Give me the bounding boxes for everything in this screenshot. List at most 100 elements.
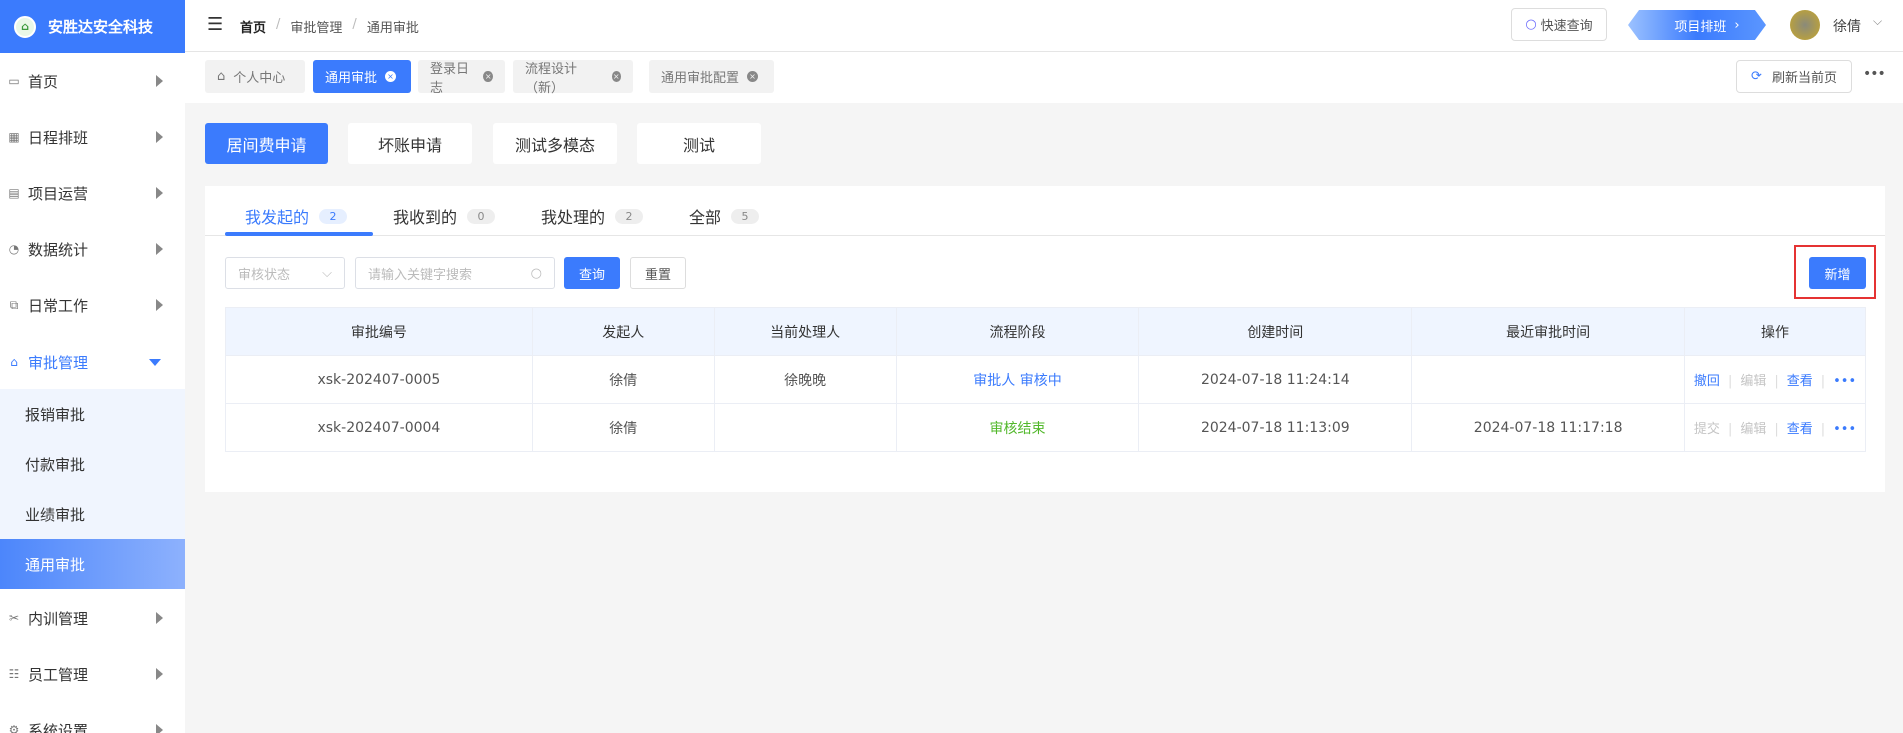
placeholder: 请输入关键字搜索 — [368, 267, 473, 283]
breadcrumb: 首页 / 审批管理 / 通用审批 — [240, 17, 419, 36]
search-icon: ○ — [530, 265, 542, 281]
chevron-right-icon — [156, 724, 163, 733]
tab-all[interactable]: 全部 5 — [689, 198, 760, 234]
close-icon[interactable]: × — [483, 71, 493, 82]
status-select[interactable]: 审核状态 ⌵ — [225, 257, 345, 289]
col-actions: 操作 — [1684, 307, 1866, 356]
label: 快速查询 — [1540, 19, 1593, 34]
tag-personal[interactable]: ⌂ 个人中心 — [205, 60, 305, 93]
view-link[interactable]: 查看 — [1787, 422, 1813, 437]
sidebar-item-daily[interactable]: ⧉ 日常工作 — [0, 280, 185, 330]
cell-actions: 提交 | 编辑 | 查看 | ••• — [1684, 403, 1866, 452]
type-button-bad-debt[interactable]: 坏账申请 — [348, 123, 472, 164]
view-link[interactable]: 查看 — [1787, 374, 1813, 389]
label: 日程排班 — [28, 128, 89, 147]
chevron-right-icon — [156, 668, 163, 680]
type-button-intermediary-fee[interactable]: 居间费申请 — [205, 123, 328, 164]
approval-card: 我发起的 2 我收到的 0 我处理的 2 全部 5 审核状态 ⌵ 请输入关键字搜索 ○ 查询… — [205, 186, 1885, 492]
close-icon[interactable]: × — [747, 71, 759, 82]
more-icon[interactable]: ••• — [1833, 422, 1856, 437]
chevron-right-icon — [156, 131, 163, 143]
refresh-button[interactable]: ⟳ 刷新当前页 — [1736, 60, 1852, 93]
add-button[interactable]: 新增 — [1809, 257, 1866, 289]
query-button[interactable]: 查询 — [564, 257, 620, 289]
col-last-approval: 最近审批时间 — [1411, 307, 1686, 356]
top-bar: ☰ 首页 / 审批管理 / 通用审批 ○ 快速查询 项目排班 › 徐倩 ⌵ — [185, 0, 1903, 52]
col-id: 审批编号 — [225, 307, 533, 356]
tab-initiated[interactable]: 我发起的 2 — [245, 198, 348, 234]
cell-handler — [713, 403, 897, 452]
search-input[interactable]: 请输入关键字搜索 ○ — [355, 257, 555, 289]
cell-id: xsk-202407-0005 — [225, 355, 533, 404]
tab-received[interactable]: 我收到的 0 — [393, 198, 496, 234]
reset-button[interactable]: 重置 — [630, 257, 686, 289]
withdraw-link[interactable]: 撤回 — [1694, 374, 1720, 389]
schedule-button[interactable]: 项目排班 › — [1628, 10, 1766, 40]
tag-process-design[interactable]: 流程设计（新） × — [513, 60, 633, 96]
home-icon: ⌂ — [217, 69, 226, 84]
close-icon[interactable]: × — [611, 71, 621, 82]
label: 系统设置 — [28, 721, 89, 733]
tag-approval-config[interactable]: 通用审批配置 × — [649, 60, 774, 93]
label: 审批管理 — [28, 353, 89, 372]
more-icon[interactable]: ••• — [1863, 66, 1886, 82]
sidebar-item-staff[interactable]: ☷ 员工管理 — [0, 649, 185, 699]
avatar[interactable] — [1790, 10, 1820, 40]
cell-initiator: 徐倩 — [531, 403, 715, 452]
chevron-right-icon — [156, 75, 163, 87]
chevron-right-icon — [156, 187, 163, 199]
search-icon: ○ — [1525, 17, 1537, 32]
edit-link: 编辑 — [1740, 374, 1767, 389]
label: 员工管理 — [28, 665, 89, 684]
breadcrumb-approval[interactable]: 审批管理 — [290, 17, 342, 36]
label: 我收到的 — [393, 208, 458, 227]
chevron-down-icon[interactable]: ⌵ — [1873, 14, 1882, 29]
cell-actions: 撤回 | 编辑 | 查看 | ••• — [1684, 355, 1866, 404]
sidebar-item-settings[interactable]: ⚙ 系统设置 — [0, 705, 185, 733]
tag-login-log[interactable]: 登录日志 × — [418, 60, 505, 96]
sidebar-item-home[interactable]: ▭ 首页 — [0, 56, 185, 106]
label: 全部 — [689, 208, 722, 227]
type-button-test[interactable]: 测试 — [637, 123, 761, 164]
user-name[interactable]: 徐倩 — [1833, 16, 1861, 36]
tag-bar: ⌂ 个人中心 通用审批 × 登录日志 × 流程设计（新） × 通用审批配置 × ⟳ 刷新当前… — [185, 52, 1903, 103]
more-icon[interactable]: ••• — [1833, 374, 1856, 389]
table-row: xsk-202407-0004 徐倩 审核结束 2024-07-18 11:13… — [225, 403, 1866, 452]
sidebar-sub-performance[interactable]: 业绩审批 — [0, 489, 185, 539]
cell-initiator: 徐倩 — [531, 355, 715, 404]
sidebar-item-project[interactable]: ▤ 项目运营 — [0, 168, 185, 218]
cell-created: 2024-07-18 11:24:14 — [1138, 355, 1413, 404]
label: 我处理的 — [541, 208, 606, 227]
col-initiator: 发起人 — [531, 307, 715, 356]
sidebar-sub-payment[interactable]: 付款审批 — [0, 439, 185, 489]
edit-link: 编辑 — [1740, 422, 1767, 437]
quick-search-button[interactable]: ○ 快速查询 — [1511, 8, 1607, 41]
monitor-icon: ▭ — [8, 74, 20, 88]
cell-last: 2024-07-18 11:17:18 — [1411, 403, 1686, 452]
refresh-icon: ⟳ — [1751, 69, 1762, 84]
label: 数据统计 — [28, 240, 89, 259]
label: 通用审批 — [325, 71, 378, 86]
chevron-down-icon: ⌵ — [322, 265, 332, 281]
table-row: xsk-202407-0005 徐倩 徐晚晚 审批人 审核中 2024-07-1… — [225, 355, 1866, 404]
close-icon[interactable]: × — [385, 71, 397, 82]
sidebar-item-training[interactable]: ✂ 内训管理 — [0, 593, 185, 643]
chevron-right-icon: › — [1734, 17, 1740, 33]
cell-stage: 审核结束 — [895, 403, 1140, 452]
count-badge: 2 — [615, 208, 644, 224]
sidebar-item-approval[interactable]: ⌂ 审批管理 — [0, 337, 185, 387]
sidebar: ⌂ 安胜达安全科技 ▭ 首页 ▦ 日程排班 ▤ 项目运营 ◔ 数据统计 ⧉ 日常工作 ⌂ 审批… — [0, 0, 185, 733]
logo-icon: ⌂ — [14, 15, 36, 38]
sidebar-item-stats[interactable]: ◔ 数据统计 — [0, 224, 185, 274]
tag-general-approval[interactable]: 通用审批 × — [313, 60, 411, 93]
breadcrumb-home[interactable]: 首页 — [240, 17, 266, 36]
col-stage: 流程阶段 — [895, 307, 1140, 356]
tab-processed[interactable]: 我处理的 2 — [541, 198, 644, 234]
sidebar-item-schedule[interactable]: ▦ 日程排班 — [0, 112, 185, 162]
menu-toggle-icon[interactable]: ☰ — [207, 14, 223, 35]
sidebar-sub-general[interactable]: 通用审批 — [0, 539, 185, 589]
type-button-multimodal-test[interactable]: 测试多模态 — [493, 123, 617, 164]
logo: ⌂ 安胜达安全科技 — [0, 0, 185, 53]
sidebar-sub-reimburse[interactable]: 报销审批 — [0, 389, 185, 439]
chevron-right-icon — [156, 299, 163, 311]
